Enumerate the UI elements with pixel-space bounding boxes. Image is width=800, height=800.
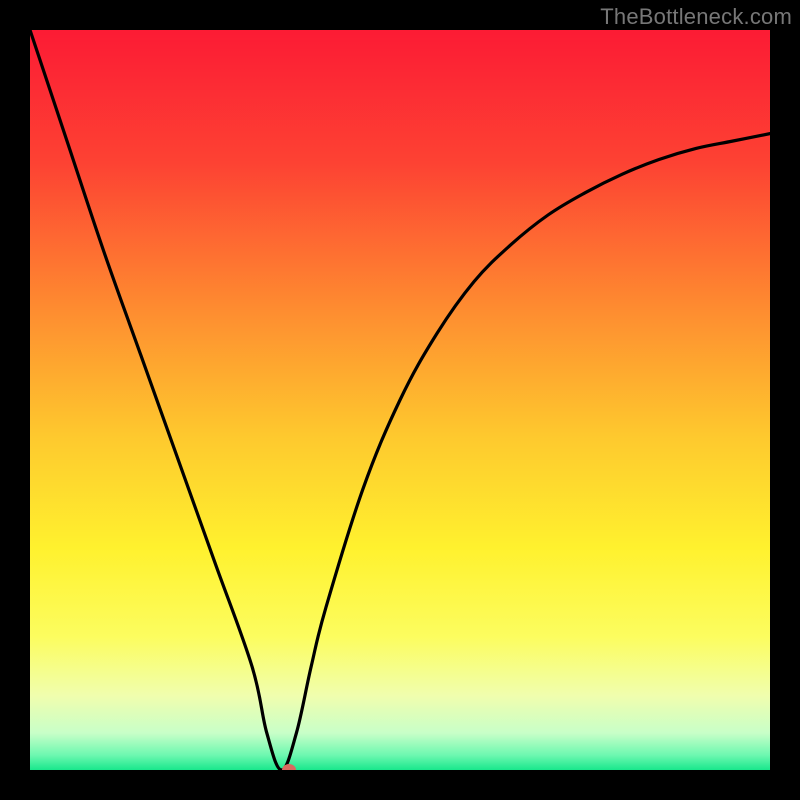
watermark-text: TheBottleneck.com: [600, 4, 792, 30]
plot-area: [30, 30, 770, 770]
chart-frame: TheBottleneck.com: [0, 0, 800, 800]
bottleneck-curve: [30, 30, 770, 770]
minimum-marker-dot: [282, 764, 296, 770]
